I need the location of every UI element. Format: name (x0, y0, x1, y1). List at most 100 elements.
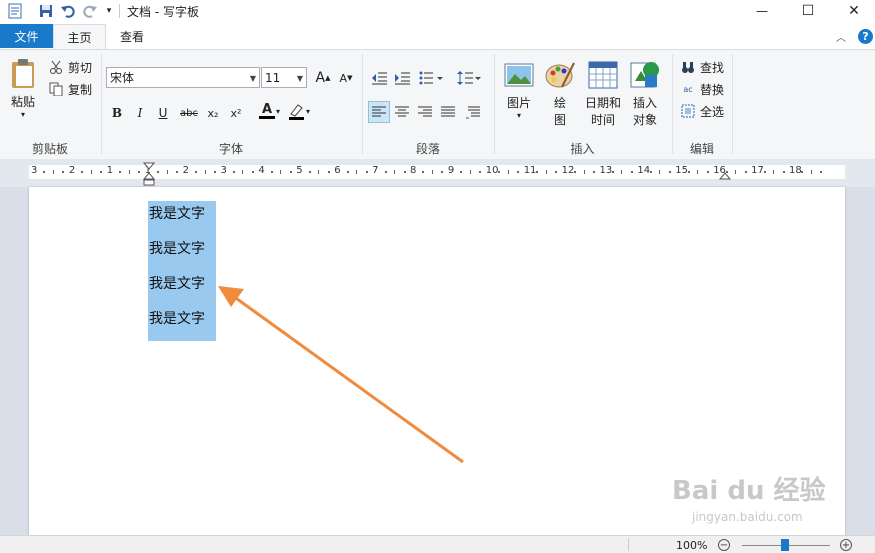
superscript-button[interactable]: x² (225, 102, 247, 124)
paint-drawing-button[interactable]: 绘 图 (543, 59, 577, 128)
ruler-label: 13 (599, 165, 613, 176)
ruler-tick (782, 171, 785, 173)
paragraph-icon (466, 106, 480, 119)
decrease-indent-button[interactable] (368, 67, 390, 89)
align-right-button[interactable] (414, 101, 436, 123)
tab-view[interactable]: 查看 (106, 24, 158, 48)
datetime-button[interactable]: 日期和 时间 (583, 59, 623, 128)
group-separator (732, 54, 733, 154)
minimize-button[interactable]: — (739, 0, 785, 22)
shrink-font-button[interactable]: A ▼ (335, 67, 357, 89)
select-all-button[interactable]: 全选 (680, 101, 724, 121)
font-family-select[interactable]: 宋体 ▼ (106, 67, 260, 88)
group-separator (101, 54, 102, 154)
ruler-tick (270, 171, 273, 173)
ruler-tick (649, 171, 652, 173)
paragraph-group-label: 段落 (415, 142, 440, 156)
calendar-icon (588, 61, 618, 89)
object-icon (630, 62, 659, 88)
ruler-tick (536, 171, 539, 173)
increase-indent-button[interactable] (391, 67, 413, 89)
wordpad-app-icon[interactable] (7, 3, 23, 19)
ruler-tick (431, 170, 433, 174)
document-line[interactable]: 我是文字 (149, 273, 205, 293)
help-icon[interactable]: ? (858, 29, 873, 44)
ruler-label: 10 (485, 165, 499, 176)
insert-picture-button[interactable]: 图片 ▾ (501, 59, 537, 120)
align-left-button[interactable] (368, 101, 390, 123)
paste-label: 粘贴 (10, 95, 35, 109)
strikethrough-button[interactable]: abc (176, 102, 202, 124)
watermark-main: Bai du 经验 (672, 476, 826, 506)
align-center-button[interactable] (391, 101, 413, 123)
picture-dropdown-icon[interactable]: ▾ (517, 111, 521, 120)
redo-icon[interactable] (82, 3, 98, 19)
right-indent-marker-icon[interactable] (719, 170, 731, 180)
copy-label: 复制 (68, 82, 93, 97)
find-button[interactable]: 查找 (680, 57, 724, 77)
paragraph-settings-button[interactable] (462, 101, 484, 123)
close-button[interactable]: ✕ (831, 0, 875, 22)
font-color-icon: A (261, 102, 273, 117)
indent-marker-icon[interactable] (143, 162, 155, 186)
maximize-button[interactable]: ☐ (785, 0, 831, 22)
justify-icon (441, 106, 455, 117)
bullet-list-button[interactable] (417, 67, 445, 89)
ruler-tick (479, 171, 482, 173)
collapse-ribbon-icon[interactable]: ︿ (836, 29, 846, 44)
ruler-tick (507, 170, 509, 174)
copy-icon (48, 81, 64, 97)
object-label-2: 对象 (632, 113, 657, 127)
underline-button[interactable]: U (152, 102, 174, 124)
customize-toolbar-icon[interactable]: ▾ (101, 3, 117, 19)
ruler-tick (280, 170, 282, 174)
insert-object-button[interactable]: 插入 对象 (628, 59, 662, 128)
highlight-dropdown-icon[interactable]: ▾ (306, 107, 310, 116)
ruler-tick (62, 171, 65, 173)
zoom-in-button[interactable]: + (840, 539, 852, 551)
bold-button[interactable]: B (106, 102, 128, 124)
find-label: 查找 (700, 60, 725, 75)
save-icon[interactable] (38, 3, 54, 19)
paste-dropdown-icon[interactable]: ▾ (21, 110, 25, 119)
ruler-label: 15 (675, 165, 689, 176)
tab-home[interactable]: 主页 (53, 24, 106, 50)
grow-font-button[interactable]: A ▲ (312, 67, 334, 89)
ruler-tick (128, 170, 130, 174)
document-line[interactable]: 我是文字 (149, 203, 205, 223)
ruler-tick (422, 171, 425, 173)
ruler-tick (308, 171, 311, 173)
ruler-label: 4 (258, 165, 265, 176)
undo-icon[interactable] (60, 3, 76, 19)
font-size-select[interactable]: 11 ▼ (261, 67, 307, 88)
ruler-tick (119, 171, 122, 173)
ruler-label: 2 (68, 165, 76, 176)
document-line[interactable]: 我是文字 (149, 238, 205, 258)
replace-button[interactable]: ac 替换 (680, 79, 724, 99)
ruler-tick (81, 171, 84, 173)
ruler-label: 6 (334, 165, 341, 176)
zoom-slider-thumb[interactable] (781, 539, 789, 551)
ruler-tick (356, 170, 358, 174)
ribbon-tabs: 文件 主页 查看 ︿ ? (0, 24, 875, 50)
document-line[interactable]: 我是文字 (149, 308, 205, 328)
group-separator (494, 54, 495, 154)
font-color-dropdown-icon[interactable]: ▾ (276, 107, 280, 116)
highlight-button[interactable] (285, 100, 307, 122)
cut-button[interactable]: 剪切 (48, 57, 92, 77)
title-bar: ▾ 文档 - 写字板 — ☐ ✕ (0, 0, 875, 22)
ruler-tick (555, 171, 558, 173)
ruler-tick (735, 170, 737, 174)
font-group-label: 字体 (218, 142, 243, 156)
ruler-tick (621, 170, 623, 174)
ruler-tick (403, 171, 406, 173)
tab-file[interactable]: 文件 (0, 24, 53, 48)
subscript-button[interactable]: x₂ (202, 102, 224, 124)
justify-button[interactable] (437, 101, 459, 123)
chevron-down-icon: ▼ (249, 74, 256, 83)
line-spacing-button[interactable] (455, 67, 483, 89)
italic-button[interactable]: I (129, 102, 151, 124)
paste-button[interactable]: 粘贴 ▾ (6, 58, 40, 119)
copy-button[interactable]: 复制 (48, 79, 92, 99)
zoom-out-button[interactable]: − (718, 539, 730, 551)
